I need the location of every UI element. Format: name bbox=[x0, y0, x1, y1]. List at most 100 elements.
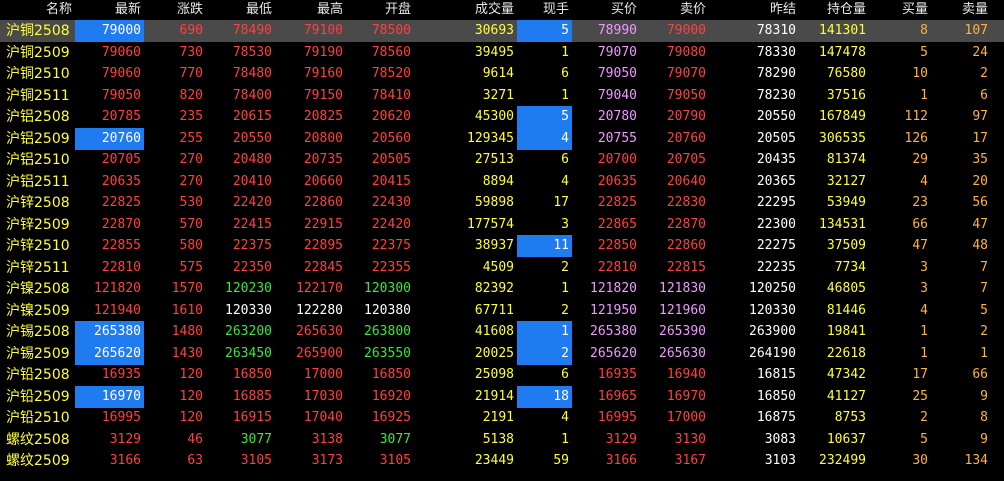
cell-bid: 265620 bbox=[590, 345, 637, 361]
cell-prev-settle: 120330 bbox=[749, 302, 796, 318]
cell-low: 78530 bbox=[232, 44, 272, 60]
cell-name[interactable]: 沪锌2509 bbox=[0, 214, 75, 236]
cell-name[interactable]: 沪铜2509 bbox=[0, 42, 75, 64]
quote-row[interactable]: 沪铜2510 79060 770 78480 79160 78520 9614 6 79050 7… bbox=[0, 63, 1004, 85]
cell-high: 17000 bbox=[303, 367, 343, 382]
cell-low: 120330 bbox=[225, 302, 272, 318]
header-low[interactable]: 最低 bbox=[206, 0, 275, 20]
quote-row[interactable]: 沪锌2510 22855 580 22375 22895 22375 38937 11 2285… bbox=[0, 235, 1004, 257]
cell-last: 79060 bbox=[101, 66, 141, 81]
cell-change: 1570 bbox=[171, 281, 203, 296]
cell-high: 122280 bbox=[296, 302, 343, 318]
cell-name[interactable]: 沪铝2508 bbox=[0, 106, 75, 128]
cell-volume: 82392 bbox=[474, 281, 514, 296]
cell-name[interactable]: 沪镍2508 bbox=[0, 278, 75, 300]
cell-prev-settle: 22300 bbox=[756, 216, 796, 232]
header-bid-volume[interactable]: 买量 bbox=[869, 0, 931, 20]
cell-volume: 3271 bbox=[482, 87, 514, 103]
header-volume[interactable]: 成交量 bbox=[414, 0, 517, 20]
cell-low: 78480 bbox=[232, 66, 272, 81]
cell-name[interactable]: 螺纹2509 bbox=[0, 450, 75, 472]
cell-current-volume: 5 bbox=[517, 20, 572, 42]
cell-name[interactable]: 沪铅2510 bbox=[0, 407, 75, 429]
cell-name[interactable]: 沪锌2510 bbox=[0, 235, 75, 257]
quote-row[interactable]: 沪铝2510 20705 270 20480 20735 20505 27513 6 20700… bbox=[0, 149, 1004, 171]
cell-prev-settle: 16850 bbox=[756, 388, 796, 404]
quote-row[interactable]: 沪铜2511 79050 820 78400 79150 78410 3271 1 79040 7… bbox=[0, 85, 1004, 107]
quote-row[interactable]: 沪铝2509 20760 255 20550 20800 20560 129345 4 2075… bbox=[0, 127, 1004, 150]
cell-bid: 121950 bbox=[590, 302, 637, 318]
header-high[interactable]: 最高 bbox=[275, 0, 346, 20]
quote-row[interactable]: 沪铅2510 16995 120 16915 17040 16925 2191 4 16995 1… bbox=[0, 407, 1004, 429]
header-open[interactable]: 开盘 bbox=[346, 0, 414, 20]
cell-current-volume: 1 bbox=[517, 321, 572, 343]
cell-high: 22845 bbox=[303, 259, 343, 275]
header-current-volume[interactable]: 现手 bbox=[517, 0, 572, 20]
cell-bid-volume: 4 bbox=[920, 173, 928, 189]
quote-row[interactable]: 沪镍2508 121820 1570 120230 122170 120300 82392 1… bbox=[0, 278, 1004, 300]
cell-bid: 22825 bbox=[597, 195, 637, 210]
cell-name[interactable]: 沪镍2509 bbox=[0, 300, 75, 322]
quote-row[interactable]: 沪铝2508 20785 235 20615 20825 20620 45300 5 20780… bbox=[0, 106, 1004, 128]
cell-change: 270 bbox=[179, 152, 203, 167]
quote-row[interactable]: 沪铜2508 79000 690 78490 79100 78500 30693 5 78990… bbox=[0, 20, 1004, 42]
cell-prev-settle: 20435 bbox=[756, 152, 796, 167]
cell-change: 270 bbox=[179, 173, 203, 189]
quote-row[interactable]: 螺纹2509 3166 63 3105 3173 3105 23449 59 3166 3167 3… bbox=[0, 450, 1004, 472]
cell-bid-volume: 3 bbox=[920, 281, 928, 296]
quote-row[interactable]: 沪铅2508 16935 120 16850 17000 16850 25098 6 16935… bbox=[0, 364, 1004, 386]
cell-ask: 17000 bbox=[666, 410, 706, 425]
header-open-interest[interactable]: 持仓量 bbox=[799, 0, 869, 20]
quote-row[interactable]: 沪锌2508 22825 530 22420 22860 22430 59898 17 2282… bbox=[0, 192, 1004, 214]
cell-name[interactable]: 沪铜2511 bbox=[0, 85, 75, 107]
cell-name[interactable]: 沪锌2508 bbox=[0, 192, 75, 214]
cell-ask-volume: 2 bbox=[980, 66, 988, 81]
quote-row[interactable]: 沪锌2509 22870 570 22415 22915 22420 177574 3 2286… bbox=[0, 214, 1004, 236]
header-change[interactable]: 涨跌 bbox=[144, 0, 206, 20]
cell-bid: 22865 bbox=[597, 216, 637, 232]
cell-last: 20635 bbox=[101, 173, 141, 189]
cell-open: 16925 bbox=[371, 410, 411, 425]
header-ask-volume[interactable]: 卖量 bbox=[931, 0, 991, 20]
header-name[interactable]: 名称 bbox=[0, 0, 75, 20]
cell-high: 3173 bbox=[311, 453, 343, 468]
quote-row[interactable]: 沪锌2511 22810 575 22350 22845 22355 4509 2 22810 2… bbox=[0, 257, 1004, 279]
quote-row[interactable]: 沪锡2509 265620 1430 263450 265900 263550 20025 2… bbox=[0, 342, 1004, 365]
cell-current-volume: 59 bbox=[553, 453, 569, 468]
cell-name[interactable]: 沪铅2508 bbox=[0, 364, 75, 386]
cell-bid: 22850 bbox=[597, 238, 637, 253]
quote-row[interactable]: 沪锡2508 265380 1480 263200 265630 263800 41608 1… bbox=[0, 321, 1004, 343]
cell-name[interactable]: 螺纹2508 bbox=[0, 429, 75, 451]
cell-last: 121940 bbox=[94, 302, 141, 318]
cell-current-volume: 2 bbox=[561, 259, 569, 275]
cell-name[interactable]: 沪锡2509 bbox=[0, 343, 75, 365]
cell-ask-volume: 35 bbox=[972, 152, 988, 167]
header-prev-settle[interactable]: 昨结 bbox=[709, 0, 799, 20]
cell-prev-settle: 120250 bbox=[749, 281, 796, 296]
header-last[interactable]: 最新 bbox=[75, 0, 144, 20]
cell-change: 770 bbox=[179, 66, 203, 81]
header-ask[interactable]: 卖价 bbox=[640, 0, 709, 20]
cell-name[interactable]: 沪锡2508 bbox=[0, 321, 75, 343]
quote-row[interactable]: 沪铅2509 16970 120 16885 17030 16920 21914 18 1696… bbox=[0, 385, 1004, 408]
cell-name[interactable]: 沪铝2510 bbox=[0, 149, 75, 171]
cell-name[interactable]: 沪锌2511 bbox=[0, 257, 75, 279]
quote-row[interactable]: 螺纹2508 3129 46 3077 3138 3077 5138 1 3129 3130 308… bbox=[0, 429, 1004, 451]
cell-name[interactable]: 沪铜2508 bbox=[0, 20, 75, 42]
quote-row[interactable]: 沪铝2511 20635 270 20410 20660 20415 8894 4 20635 2… bbox=[0, 171, 1004, 193]
cell-last: 20760 bbox=[75, 127, 144, 150]
cell-name[interactable]: 沪铜2510 bbox=[0, 63, 75, 85]
cell-change: 120 bbox=[179, 367, 203, 382]
cell-name[interactable]: 沪铝2509 bbox=[0, 128, 75, 150]
header-bid[interactable]: 买价 bbox=[572, 0, 640, 20]
quote-row[interactable]: 沪镍2509 121940 1610 120330 122280 120380 67711 2… bbox=[0, 300, 1004, 322]
cell-bid-volume: 66 bbox=[912, 216, 928, 232]
cell-open: 263800 bbox=[364, 324, 411, 339]
cell-current-volume: 6 bbox=[561, 152, 569, 167]
cell-name[interactable]: 沪铅2509 bbox=[0, 386, 75, 408]
cell-high: 22860 bbox=[303, 195, 343, 210]
cell-name[interactable]: 沪铝2511 bbox=[0, 171, 75, 193]
cell-ask: 3130 bbox=[674, 431, 706, 447]
futures-quote-board: 名称 最新 涨跌 最低 最高 开盘 成交量 现手 买价 卖价 昨结 持仓量 买量… bbox=[0, 0, 1004, 481]
quote-row[interactable]: 沪铜2509 79060 730 78530 79190 78560 39495 1 79070… bbox=[0, 42, 1004, 64]
